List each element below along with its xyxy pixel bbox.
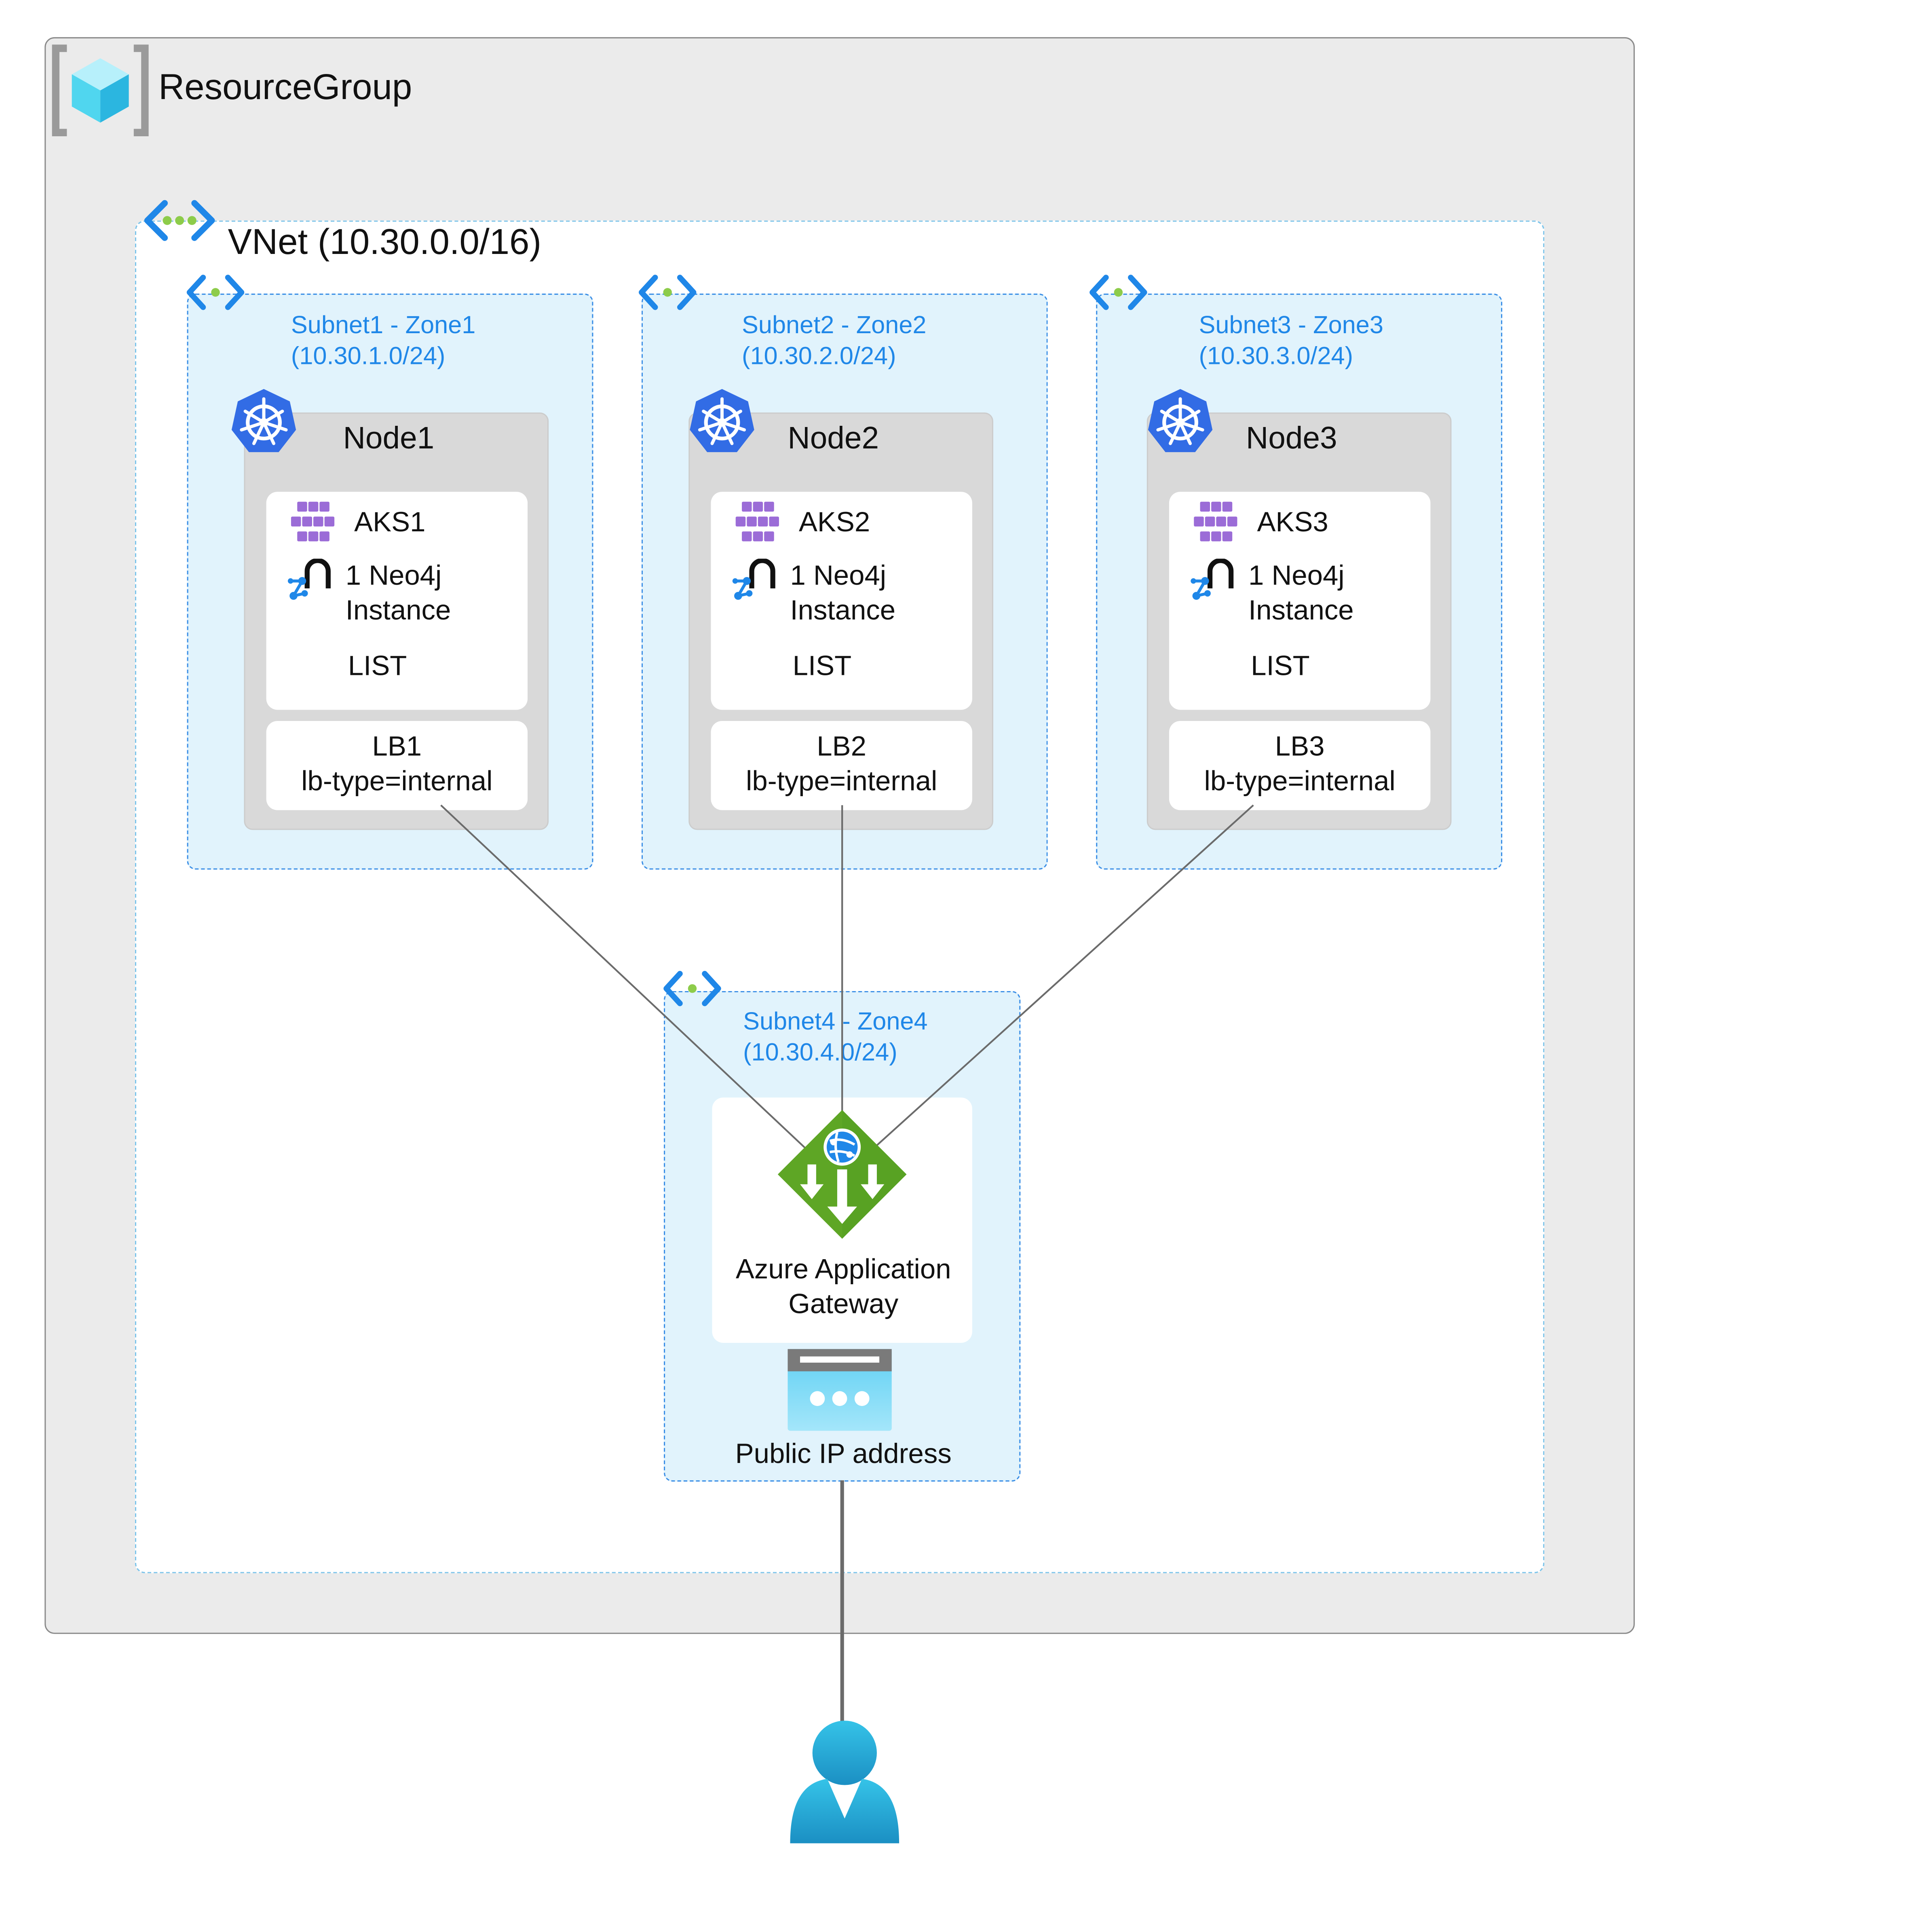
application-gateway-icon [777, 1110, 907, 1239]
connector-lb3-gateway [869, 804, 1254, 1153]
connector-lb1-gateway [440, 804, 818, 1160]
connector-lines [440, 804, 1254, 1722]
user-icon [790, 1721, 899, 1843]
